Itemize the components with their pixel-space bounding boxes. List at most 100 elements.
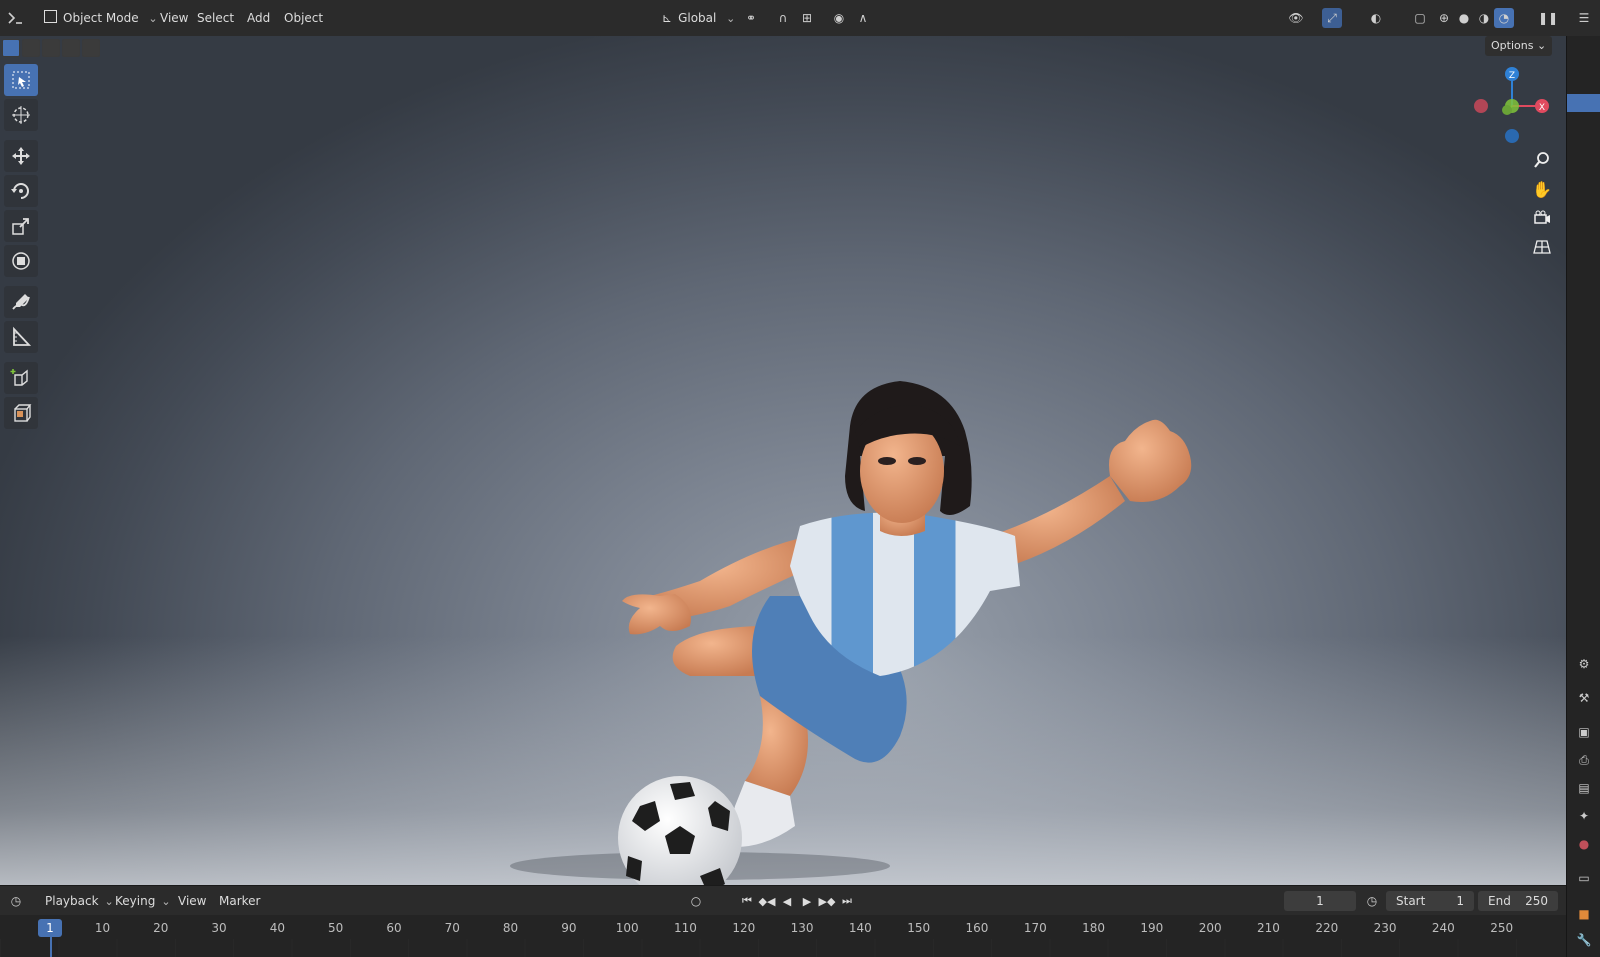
frame-tick-label: 20 bbox=[153, 921, 169, 935]
jump-keyframe-forward-icon[interactable]: ▶◆ bbox=[818, 891, 836, 911]
viewport-header: Object Mode View Select Add Object ⊾ Glob… bbox=[0, 0, 1600, 37]
timeline-ruler[interactable]: 1 10 20 30 40 50 60 70 80 90 100 110 120 130 140 150 16… bbox=[0, 915, 1566, 957]
timeline-menu-marker[interactable]: Marker bbox=[219, 892, 260, 910]
frame-tick-label: 240 bbox=[1431, 921, 1455, 935]
tool-settings-icon[interactable]: ⚒ bbox=[1574, 688, 1594, 708]
timeline-menu-playback[interactable]: Playback bbox=[45, 892, 114, 910]
orientation-icon: ⊾ bbox=[662, 11, 673, 25]
frame-tick-label: 110 bbox=[674, 921, 697, 935]
eye-left bbox=[878, 457, 896, 465]
menu-select[interactable]: Select bbox=[193, 9, 238, 27]
proportional-edit-icon[interactable]: ◉ bbox=[829, 8, 849, 28]
right-hand bbox=[1109, 419, 1192, 502]
frame-tick-label: 160 bbox=[965, 921, 989, 935]
timeline-menu-keying[interactable]: Keying bbox=[115, 892, 171, 910]
orientation-dropdown[interactable]: ⊾ Global bbox=[658, 9, 739, 27]
pan-hand-icon[interactable]: ✋ bbox=[1530, 177, 1554, 201]
scene-properties-icon[interactable]: ✦ bbox=[1574, 806, 1594, 826]
jump-start-icon[interactable]: ⏮ bbox=[738, 891, 756, 911]
auto-keying-icon[interactable]: ○ bbox=[686, 891, 706, 911]
axis-x-label: X bbox=[1539, 103, 1545, 113]
outliner-icon[interactable]: ☰ bbox=[1574, 8, 1594, 28]
object-mode-icon bbox=[44, 10, 57, 23]
play-icon[interactable]: ▶ bbox=[798, 891, 816, 911]
axis-neg-z-icon bbox=[1505, 129, 1519, 143]
snap-target-icon[interactable]: ⊞ bbox=[797, 8, 817, 28]
frame-tick-label: 60 bbox=[386, 921, 402, 935]
axis-neg-y-icon bbox=[1502, 105, 1512, 115]
frame-tick-label: 230 bbox=[1373, 921, 1397, 935]
frame-tick-label: 70 bbox=[444, 921, 460, 935]
timeline-menu-view[interactable]: View bbox=[178, 892, 206, 910]
overlays-icon[interactable]: ◐ bbox=[1366, 8, 1386, 28]
collection-properties-icon[interactable]: ▭ bbox=[1574, 868, 1594, 888]
gizmo-toggle-icon[interactable]: ⤢ bbox=[1322, 8, 1342, 28]
start-label: Start bbox=[1396, 894, 1426, 908]
frame-tick-label: 170 bbox=[1023, 921, 1047, 935]
end-label: End bbox=[1488, 894, 1511, 908]
zoom-icon[interactable] bbox=[1530, 148, 1554, 172]
outliner-selected-row[interactable] bbox=[1567, 94, 1600, 112]
frame-tick-label: 130 bbox=[790, 921, 814, 935]
object-properties-icon[interactable]: ■ bbox=[1574, 904, 1594, 924]
jump-end-icon[interactable]: ⏭ bbox=[838, 891, 856, 911]
menu-add[interactable]: Add bbox=[243, 9, 274, 27]
solid-shading-icon[interactable]: ● bbox=[1454, 8, 1474, 28]
camera-view-icon[interactable] bbox=[1530, 206, 1554, 230]
frame-tick-label: 180 bbox=[1082, 921, 1106, 935]
wireframe-shading-icon[interactable]: ⊕ bbox=[1434, 8, 1454, 28]
frame-tick-label: 190 bbox=[1140, 921, 1164, 935]
editor-type-icon[interactable] bbox=[6, 8, 26, 28]
jump-keyframe-back-icon[interactable]: ◆◀ bbox=[758, 891, 776, 911]
timeline-track-area[interactable] bbox=[0, 939, 1566, 957]
render-properties-icon[interactable]: ▣ bbox=[1574, 722, 1594, 742]
frame-tick-label: 200 bbox=[1198, 921, 1222, 935]
current-frame-field[interactable]: 1 bbox=[1284, 891, 1356, 911]
preview-range-icon[interactable]: ◷ bbox=[1362, 891, 1382, 911]
view-layer-icon[interactable]: ▤ bbox=[1574, 778, 1594, 798]
timeline-editor-type-icon[interactable]: ◷ bbox=[6, 891, 26, 911]
soccer-ball bbox=[618, 776, 742, 885]
start-frame-field[interactable]: Start 1 bbox=[1386, 891, 1474, 911]
pivot-icon[interactable]: ⚭ bbox=[741, 8, 761, 28]
end-frame-field[interactable]: End 250 bbox=[1478, 891, 1558, 911]
frame-tick-label: 100 bbox=[615, 921, 639, 935]
current-frame-value: 1 bbox=[1316, 894, 1324, 908]
frame-tick-label: 120 bbox=[732, 921, 756, 935]
end-value: 250 bbox=[1525, 894, 1548, 908]
axis-neg-x-icon bbox=[1474, 99, 1488, 113]
frame-tick-label: 210 bbox=[1257, 921, 1280, 935]
falloff-icon[interactable]: ∧ bbox=[853, 8, 873, 28]
eye-right bbox=[908, 457, 926, 465]
axis-z-label: Z bbox=[1509, 71, 1515, 81]
rendered-shading-icon[interactable]: ◔ bbox=[1494, 8, 1514, 28]
transport-controls: ⏮ ◆◀ ◀ ▶ ▶◆ ⏭ bbox=[738, 891, 856, 911]
mode-dropdown[interactable]: Object Mode bbox=[40, 9, 162, 27]
frame-tick-label: 90 bbox=[561, 921, 577, 935]
timeline-header: ◷ Playback Keying View Marker ○ ⏮ ◆◀ ◀ ▶… bbox=[0, 885, 1566, 916]
snap-icon[interactable]: ∩ bbox=[773, 8, 793, 28]
play-reverse-icon[interactable]: ◀ bbox=[778, 891, 796, 911]
frame-tick-label: 50 bbox=[328, 921, 344, 935]
menu-view[interactable]: View bbox=[156, 9, 192, 27]
navigation-gizmo[interactable]: Z X bbox=[1472, 66, 1552, 146]
visibility-icon[interactable]: 👁 bbox=[1286, 8, 1306, 28]
world-properties-icon[interactable]: ● bbox=[1574, 834, 1594, 854]
current-frame-marker[interactable]: 1 bbox=[38, 919, 62, 937]
left-hand bbox=[622, 594, 691, 635]
3d-viewport[interactable]: Options ⌄ Z X ✋ bbox=[0, 36, 1566, 885]
frame-tick-label: 150 bbox=[907, 921, 931, 935]
scene-character bbox=[510, 381, 1192, 885]
keying-label: Keying bbox=[115, 894, 156, 908]
tool-properties-icon[interactable]: ⚙ bbox=[1574, 654, 1594, 674]
output-properties-icon[interactable]: ⎙ bbox=[1574, 750, 1594, 770]
xray-icon[interactable]: ▢ bbox=[1410, 8, 1430, 28]
perspective-grid-icon[interactable] bbox=[1530, 235, 1554, 259]
frame-tick-label: 30 bbox=[211, 921, 227, 935]
modifier-properties-icon[interactable]: 🔧 bbox=[1574, 930, 1594, 950]
menu-object[interactable]: Object bbox=[280, 9, 327, 27]
pause-icon[interactable]: ❚❚ bbox=[1538, 8, 1558, 28]
material-shading-icon[interactable]: ◑ bbox=[1474, 8, 1494, 28]
frame-tick-label: 250 bbox=[1490, 921, 1514, 935]
playhead[interactable] bbox=[50, 937, 52, 957]
